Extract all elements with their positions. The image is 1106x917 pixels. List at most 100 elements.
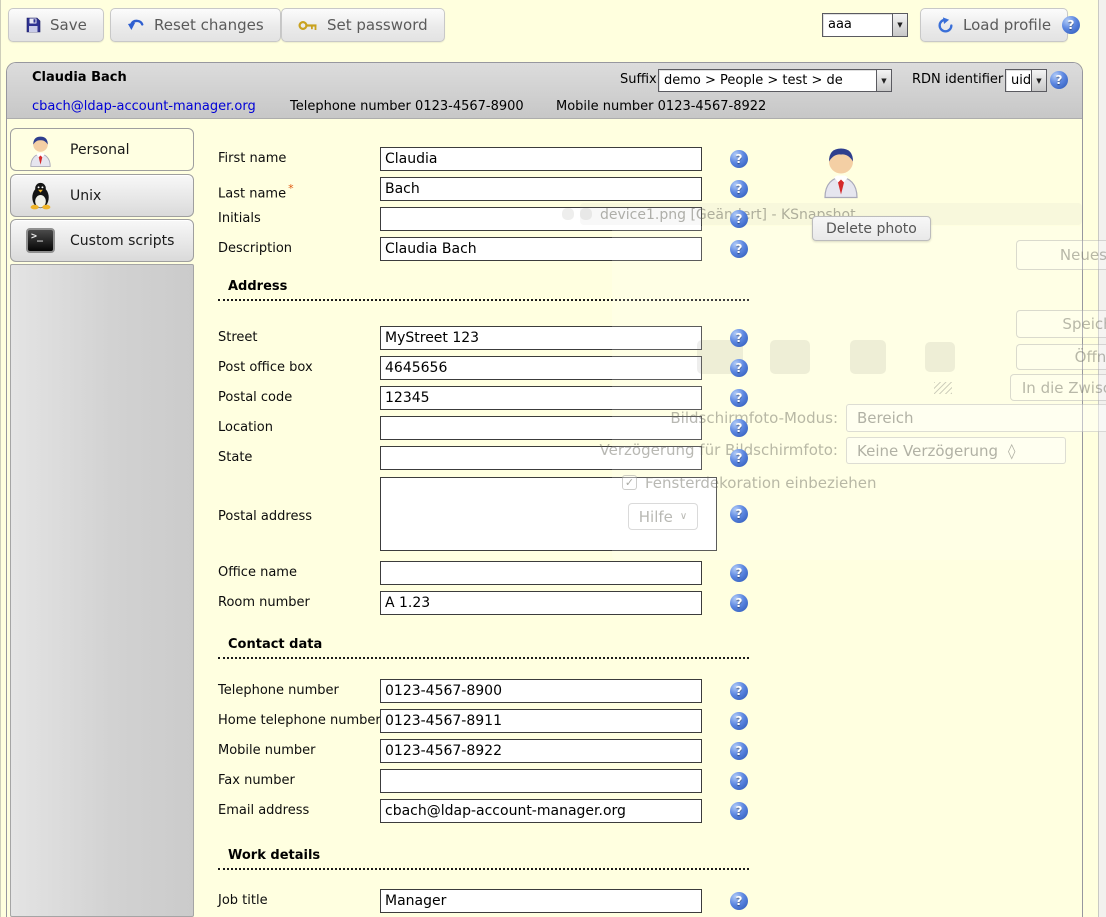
first-name-label: First name (218, 147, 286, 171)
form-row: Job title ? (7, 889, 1082, 913)
room-number-label: Room number (218, 591, 310, 615)
save-button[interactable]: Save (8, 8, 104, 42)
profile-select[interactable]: aaa ▼ (822, 13, 908, 37)
header-mobile-value: 0123-4567-8922 (658, 99, 767, 114)
delete-photo-button[interactable]: Delete photo (812, 216, 931, 241)
location-input[interactable] (380, 416, 702, 440)
form-row: Telephone number ? (7, 679, 1082, 703)
delete-photo-label: Delete photo (826, 221, 917, 237)
form-row: Fax number ? (7, 769, 1082, 793)
initials-input[interactable] (380, 207, 702, 231)
help-icon[interactable]: ? (730, 419, 748, 437)
email-address-label: Email address (218, 799, 309, 823)
last-name-label: Last name* (218, 177, 294, 206)
room-number-input[interactable] (380, 591, 702, 615)
state-label: State (218, 446, 252, 470)
rdn-identifier-label: RDN identifier (912, 72, 1003, 87)
set-password-button[interactable]: Set password (281, 8, 445, 42)
header-telephone-value: 0123-4567-8900 (415, 99, 524, 114)
header-telephone: Telephone number 0123-4567-8900 (290, 99, 524, 114)
header-telephone-label: Telephone number (290, 99, 411, 114)
toolbar-help-icon[interactable]: ? (1062, 16, 1080, 34)
section-heading-contact-data: Contact data (218, 637, 749, 659)
load-profile-label: Load profile (963, 16, 1051, 34)
floppy-disk-icon (25, 17, 41, 33)
help-icon[interactable]: ? (730, 564, 748, 582)
street-label: Street (218, 326, 258, 350)
profile-select-value: aaa (823, 14, 892, 36)
section-heading-work-details: Work details (218, 848, 749, 870)
help-icon[interactable]: ? (730, 359, 748, 377)
account-email-link[interactable]: cbach@ldap-account-manager.org (32, 99, 256, 114)
mobile-number-input[interactable] (380, 739, 702, 763)
help-icon[interactable]: ? (730, 772, 748, 790)
email-link-text[interactable]: cbach@ldap-account-manager.org (32, 99, 256, 114)
rdn-select-value: uid (1006, 70, 1031, 91)
help-icon[interactable]: ? (730, 712, 748, 730)
form-row: Office name ? (7, 561, 1082, 585)
help-icon[interactable]: ? (730, 210, 748, 228)
state-input[interactable] (380, 446, 702, 470)
vertical-scrollbar[interactable] (1098, 0, 1106, 917)
account-header: Claudia Bach Suffix demo > People > test… (7, 63, 1082, 119)
help-icon[interactable]: ? (730, 802, 748, 820)
location-label: Location (218, 416, 273, 440)
header-help-icon[interactable]: ? (1050, 71, 1068, 89)
home-telephone-label: Home telephone number (218, 709, 381, 733)
job-title-input[interactable] (380, 889, 702, 913)
reload-icon (937, 17, 954, 34)
reset-changes-button[interactable]: Reset changes (110, 8, 281, 42)
form-row: Room number ? (7, 591, 1082, 615)
account-container: Claudia Bach Suffix demo > People > test… (6, 62, 1083, 917)
required-marker: * (288, 182, 294, 195)
office-name-input[interactable] (380, 561, 702, 585)
email-address-input[interactable] (380, 799, 702, 823)
form-row: Post office box ? (7, 356, 1082, 380)
help-icon[interactable]: ? (730, 240, 748, 258)
last-name-label-text: Last name (218, 186, 286, 201)
rdn-select[interactable]: uid ▼ (1005, 69, 1047, 92)
reset-changes-label: Reset changes (154, 16, 264, 34)
postal-address-textarea[interactable] (380, 477, 717, 551)
telephone-number-input[interactable] (380, 679, 702, 703)
help-icon[interactable]: ? (730, 742, 748, 760)
form-row: Last name* ? (7, 177, 1082, 201)
last-name-input[interactable] (380, 177, 702, 201)
form-row: Location ? (7, 416, 1082, 440)
fax-number-label: Fax number (218, 769, 295, 793)
header-mobile-label: Mobile number (556, 99, 654, 114)
street-input[interactable] (380, 326, 702, 350)
help-icon[interactable]: ? (730, 180, 748, 198)
first-name-input[interactable] (380, 147, 702, 171)
form-row: Postal address ? (7, 477, 1082, 551)
suffix-label: Suffix (620, 72, 657, 87)
suffix-select-value: demo > People > test > de (659, 70, 876, 91)
fax-number-input[interactable] (380, 769, 702, 793)
form-row: Home telephone number ? (7, 709, 1082, 733)
load-profile-button[interactable]: Load profile (920, 8, 1068, 42)
help-icon[interactable]: ? (730, 594, 748, 612)
help-icon[interactable]: ? (730, 389, 748, 407)
description-input[interactable] (380, 237, 702, 261)
account-name: Claudia Bach (32, 70, 127, 85)
home-telephone-input[interactable] (380, 709, 702, 733)
help-icon[interactable]: ? (730, 449, 748, 467)
dropdown-arrow-icon: ▼ (1031, 70, 1046, 91)
mobile-number-label: Mobile number (218, 739, 316, 763)
postal-code-input[interactable] (380, 386, 702, 410)
help-icon[interactable]: ? (730, 329, 748, 347)
suffix-select[interactable]: demo > People > test > de ▼ (658, 69, 892, 92)
help-icon[interactable]: ? (730, 892, 748, 910)
lam-account-edit-page: Save Reset changes Set password aaa ▼ Lo… (0, 0, 1106, 917)
post-office-box-input[interactable] (380, 356, 702, 380)
help-icon[interactable]: ? (730, 682, 748, 700)
help-icon[interactable]: ? (730, 150, 748, 168)
dropdown-arrow-icon: ▼ (892, 14, 907, 36)
office-name-label: Office name (218, 561, 297, 585)
form-row: State ? (7, 446, 1082, 470)
save-button-label: Save (50, 16, 87, 34)
undo-arrow-icon (127, 18, 145, 32)
form-row: Postal code ? (7, 386, 1082, 410)
help-icon[interactable]: ? (730, 505, 748, 523)
postal-address-label: Postal address (218, 505, 312, 529)
